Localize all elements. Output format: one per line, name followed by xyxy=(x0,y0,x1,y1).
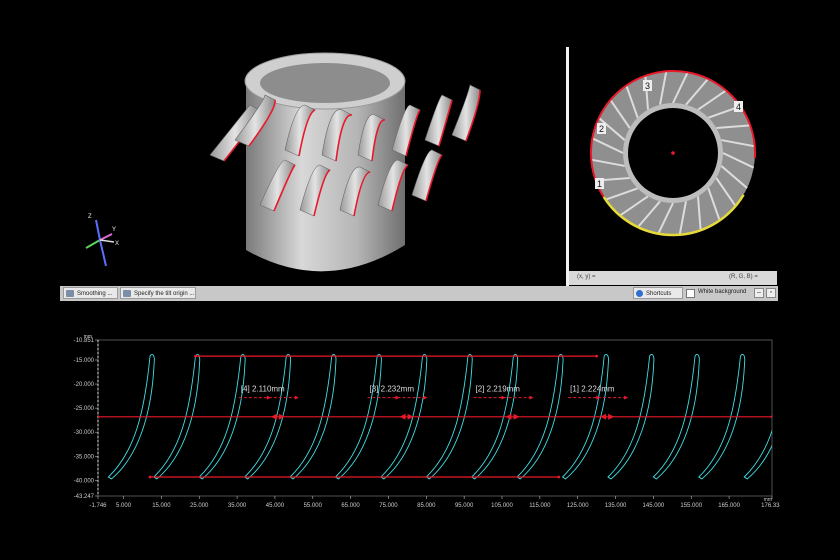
y-tick-label: -35.000 xyxy=(74,454,95,460)
x-tick-label: 176.338 xyxy=(761,503,780,509)
shortcuts-label: Shortcuts xyxy=(646,291,672,297)
reference-point xyxy=(557,475,561,479)
reference-point xyxy=(98,415,100,419)
help-icon xyxy=(636,290,643,297)
arrow-head xyxy=(294,395,299,400)
axis-label-y: Y xyxy=(112,227,116,233)
shortcuts-button[interactable]: Shortcuts xyxy=(633,287,683,299)
reference-point xyxy=(770,415,772,419)
x-tick-label: 45.000 xyxy=(266,503,285,509)
smoothing-icon xyxy=(66,290,74,297)
x-tick-label: 5.000 xyxy=(116,503,132,509)
y-axis-unit: mm xyxy=(84,334,92,340)
coord-readout: (x, y) = xyxy=(577,274,596,280)
thickness-annotation: [1] 2.224mm xyxy=(570,385,615,394)
tilt-origin-button[interactable]: Specify the tilt origin ... xyxy=(120,287,196,299)
rgb-readout: (R, G, B) = xyxy=(729,274,758,280)
axis-label-z: Z xyxy=(88,214,92,220)
profile-chart: -10.851 -15.000 -20.000 -25.000 -30.000 -35.0… xyxy=(60,332,784,512)
svg-text:2: 2 xyxy=(599,124,604,134)
y-tick-label: -40.000 xyxy=(74,478,95,484)
svg-text:1: 1 xyxy=(597,179,602,189)
x-tick-label: 75.000 xyxy=(379,503,398,509)
thickness-annotation: [2] 2.219mm xyxy=(476,385,521,394)
minimize-panel-button[interactable]: – xyxy=(754,288,764,298)
tilt-origin-label: Specify the tilt origin ... xyxy=(134,291,195,297)
ring-marker-3[interactable]: 3 xyxy=(643,80,652,91)
ring-marker-1[interactable]: 1 xyxy=(595,178,604,189)
x-tick-label: 165.000 xyxy=(718,503,740,509)
center-point xyxy=(671,151,675,155)
x-tick-label: 155.000 xyxy=(680,503,702,509)
3d-viewport[interactable]: Z Y X xyxy=(60,45,565,287)
white-background-label: White background xyxy=(698,289,747,295)
x-tick-label: -1.746 xyxy=(89,503,107,509)
restore-panel-button[interactable]: ▫ xyxy=(766,288,776,298)
ring-marker-2[interactable]: 2 xyxy=(597,123,606,134)
reference-point xyxy=(194,354,197,358)
3d-model-render: Z Y X xyxy=(85,52,481,272)
x-tick-label: 135.000 xyxy=(605,503,627,509)
x-tick-label: 25.000 xyxy=(190,503,209,509)
axis-triad: Z Y X xyxy=(85,214,119,267)
y-tick-label: -25.000 xyxy=(74,406,95,412)
x-tick-label: 115.000 xyxy=(529,503,551,509)
smoothing-label: Smoothing ... xyxy=(77,291,113,297)
arrow-head xyxy=(423,395,428,400)
smoothing-button[interactable]: Smoothing ... xyxy=(63,287,118,299)
x-tick-label: 85.000 xyxy=(417,503,436,509)
y-tick-label: -30.000 xyxy=(74,430,95,436)
y-tick-label: -43.247 xyxy=(74,494,95,500)
x-tick-label: 35.000 xyxy=(228,503,247,509)
turbine-blade xyxy=(411,149,443,202)
ring-marker-4[interactable]: 4 xyxy=(734,101,743,112)
y-tick-label: -15.000 xyxy=(74,358,95,364)
white-background-checkbox[interactable] xyxy=(686,289,695,298)
x-tick-label: 105.000 xyxy=(491,503,513,509)
arrow-head xyxy=(395,395,400,400)
arrow-head xyxy=(266,395,271,400)
x-tick-label: 145.000 xyxy=(643,503,665,509)
reference-point xyxy=(148,475,152,479)
thickness-annotation: [3] 2.232mm xyxy=(370,385,415,394)
profile-chart-svg: -10.851-15.000-20.000-25.000-30.000-35.0… xyxy=(74,334,784,509)
x-tick-label: 55.000 xyxy=(304,503,323,509)
turbine-blade xyxy=(424,94,453,147)
section-status-bar: (x, y) = (R, G, B) = xyxy=(569,271,777,285)
x-tick-label: 125.000 xyxy=(567,503,589,509)
bottom-toolbar: Smoothing ... Specify the tilt origin ..… xyxy=(60,286,778,301)
x-tick-label: 95.000 xyxy=(455,503,474,509)
svg-text:4: 4 xyxy=(736,102,741,112)
arrow-head xyxy=(529,395,534,400)
y-tick-label: -20.000 xyxy=(74,382,95,388)
x-tick-label: 65.000 xyxy=(341,503,360,509)
reference-point xyxy=(595,354,599,358)
section-viewport[interactable]: 1 2 3 4 xyxy=(569,47,777,271)
ring-section-render: 1 2 3 4 xyxy=(590,70,756,237)
arrow-head xyxy=(501,395,506,400)
svg-text:3: 3 xyxy=(645,81,650,91)
plot-frame xyxy=(97,339,773,497)
tilt-origin-icon xyxy=(123,290,131,297)
x-axis-unit: mm xyxy=(764,497,772,503)
thickness-annotation: [4] 2.110mm xyxy=(241,385,285,394)
x-tick-label: 15.000 xyxy=(152,503,171,509)
axis-label-x: X xyxy=(115,241,119,247)
arrow-head xyxy=(624,395,629,400)
